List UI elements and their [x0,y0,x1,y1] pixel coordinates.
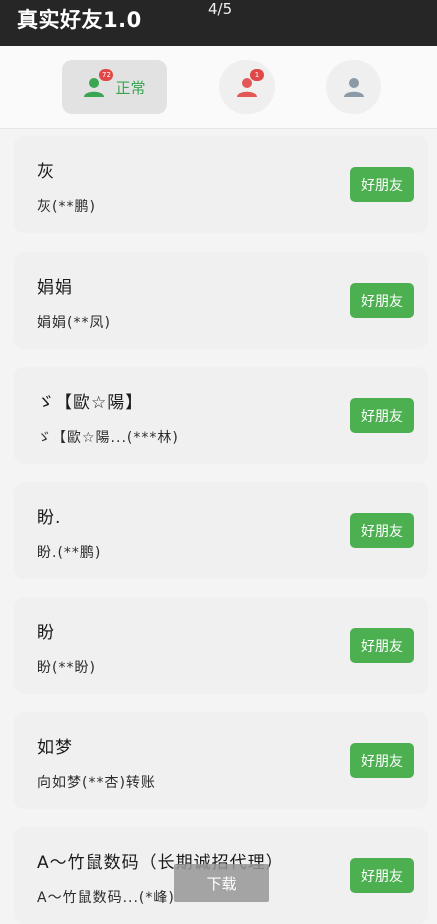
friend-name: 灰 [37,162,55,182]
good-friend-button[interactable]: 好朋友 [350,513,414,548]
friend-detail: 灰(**鹏) [37,199,96,215]
app-title: 真实好友1.0 [17,8,142,32]
download-button[interactable]: 下载 [174,864,269,902]
page-indicator: 4/5 [208,0,233,18]
friend-detail: 向如梦(**杏)转账 [37,775,156,791]
friend-name: 如梦 [37,738,73,758]
person-gray-icon [343,76,365,98]
good-friend-button[interactable]: 好朋友 [350,743,414,778]
tab-badge: 72 [99,69,114,81]
good-friend-button[interactable]: 好朋友 [350,167,414,202]
friend-card: ゞ【歐☆陽】 ゞ【歐☆陽...(***林) 好朋友 [14,367,428,464]
friend-name: 娟娟 [37,278,73,298]
tab-abnormal[interactable]: 1 [219,60,275,114]
title-bar: 真实好友1.0 4/5 [0,0,437,46]
tab-label: 正常 [115,78,146,97]
good-friend-button[interactable]: 好朋友 [350,858,414,893]
good-friend-button[interactable]: 好朋友 [350,398,414,433]
friend-name: ゞ【歐☆陽】 [37,393,144,413]
good-friend-button[interactable]: 好朋友 [350,283,414,318]
friend-detail: A～竹鼠数码...(*峰) [37,890,175,906]
friend-name: 盼 [37,623,55,643]
person-green-icon: 72 [83,69,114,98]
tab-other[interactable] [326,60,381,114]
friend-card: 娟娟 娟娟(**凤) 好朋友 [14,252,428,349]
tab-badge: 1 [250,69,264,81]
friend-detail: 娟娟(**凤) [37,315,111,331]
friend-detail: 盼.(**鹏) [37,545,102,561]
friend-card: 盼 盼(**盼) 好朋友 [14,597,428,694]
friend-card: 灰 灰(**鹏) 好朋友 [14,136,428,233]
good-friend-button[interactable]: 好朋友 [350,628,414,663]
friend-detail: 盼(**盼) [37,660,96,676]
filter-tabs: 72 正常 1 [0,46,437,129]
tab-normal[interactable]: 72 正常 [62,60,167,114]
person-red-icon: 1 [236,69,264,98]
friend-card: 盼. 盼.(**鹏) 好朋友 [14,482,428,579]
friend-detail: ゞ【歐☆陽...(***林) [37,430,179,446]
friend-name: 盼. [37,508,62,528]
friend-card: 如梦 向如梦(**杏)转账 好朋友 [14,712,428,809]
